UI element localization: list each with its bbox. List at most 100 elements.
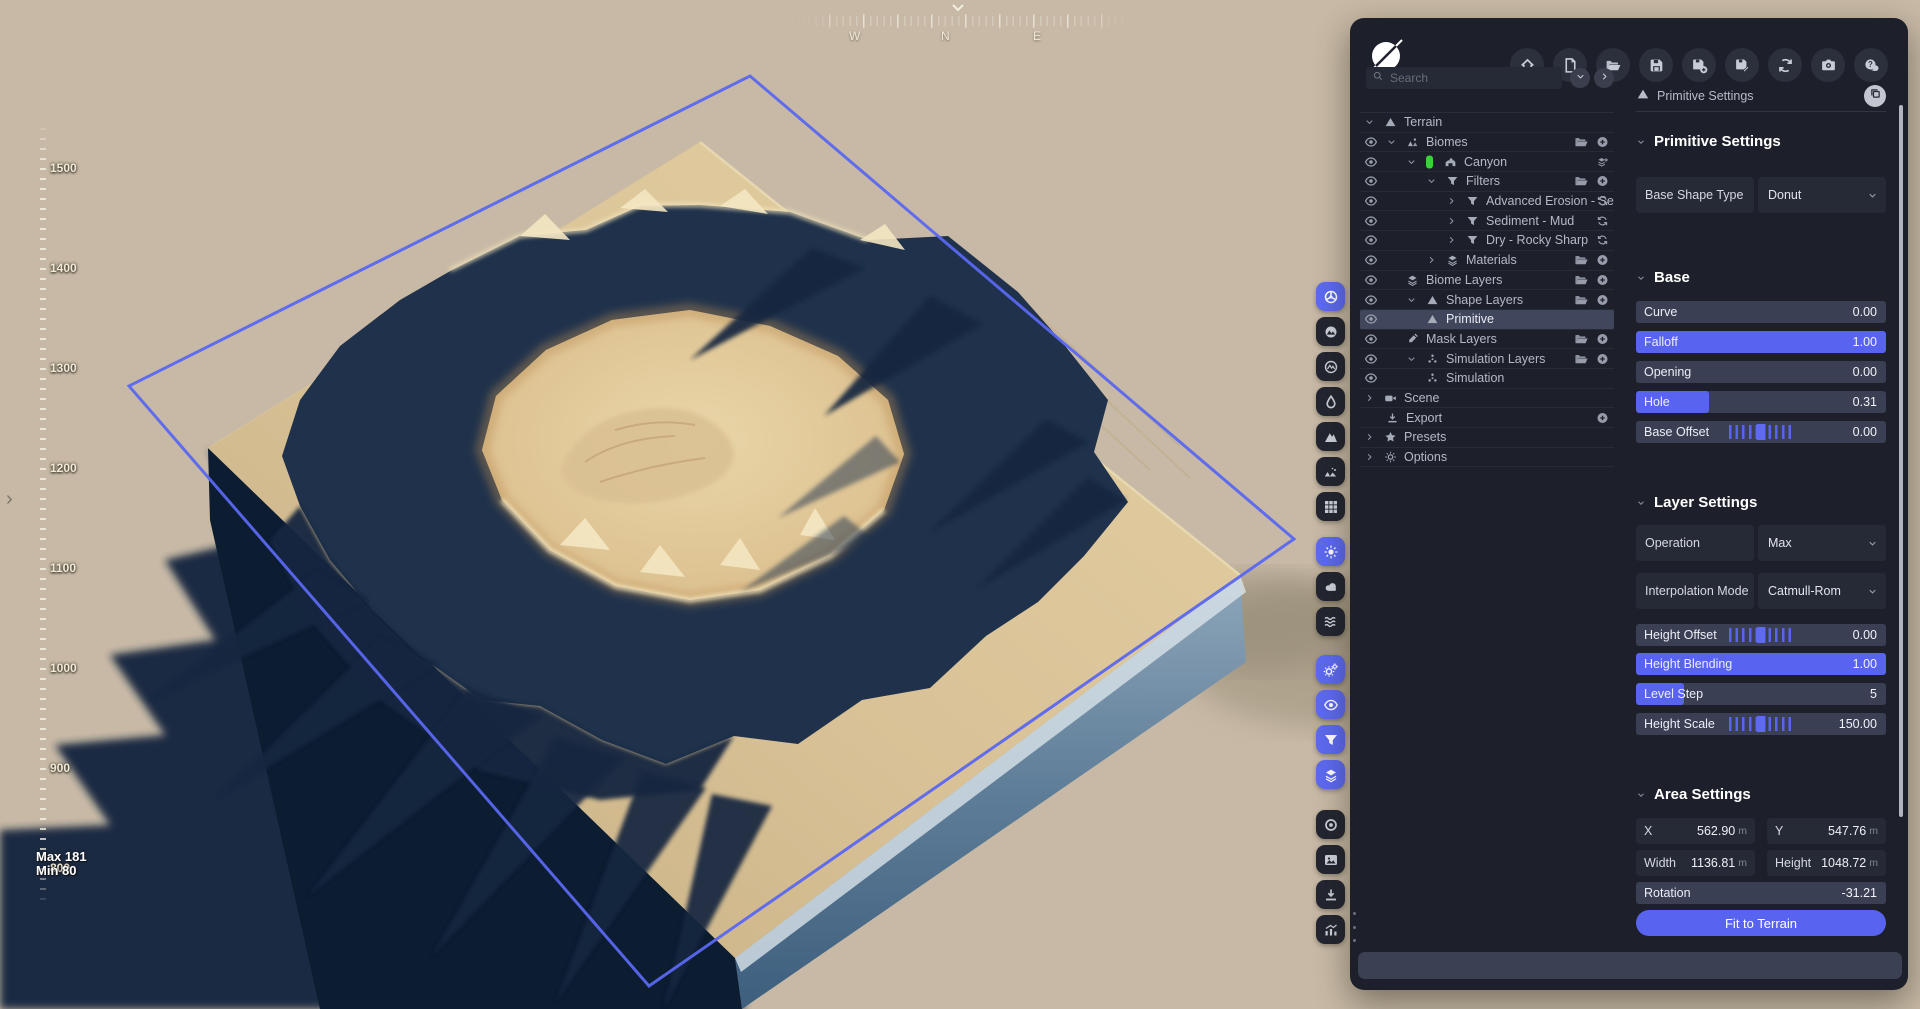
sync-icon[interactable] [1596, 214, 1609, 227]
compass-ribbon[interactable]: W N E [795, 2, 1135, 48]
eye-toggle-button[interactable] [1316, 690, 1345, 719]
stats-toggle-button[interactable] [1316, 915, 1345, 944]
expand-left-panel-button[interactable]: › [6, 488, 13, 511]
slider-thumb[interactable] [1757, 424, 1766, 440]
grid-toggle-button[interactable] [1316, 492, 1345, 521]
tree-row-options[interactable]: Options [1360, 448, 1614, 468]
tree-row-advanced-erosion-se[interactable]: Advanced Erosion - Se [1360, 192, 1614, 212]
folder-open-icon[interactable] [1574, 135, 1589, 150]
folder-open-icon[interactable] [1574, 292, 1589, 307]
slider-rotation[interactable]: Rotation-31.21 [1636, 882, 1886, 904]
chevron-right-icon[interactable] [1446, 215, 1457, 226]
visibility-eye-icon[interactable] [1364, 352, 1378, 366]
folder-open-icon[interactable] [1574, 253, 1589, 268]
tree-row-biome-layers[interactable]: Biome Layers [1360, 271, 1614, 291]
visibility-eye-icon[interactable] [1364, 253, 1378, 267]
visibility-eye-icon[interactable] [1364, 233, 1378, 247]
target-toggle-button[interactable] [1316, 810, 1345, 839]
plus-circle-icon[interactable] [1596, 352, 1609, 365]
status-bar[interactable] [1358, 952, 1902, 979]
chevron-right-icon[interactable] [1364, 392, 1375, 403]
plus-circle-icon[interactable] [1596, 411, 1609, 424]
visibility-eye-icon[interactable] [1364, 312, 1378, 326]
panel-resize-handle[interactable] [1350, 912, 1358, 942]
slider-base-offset[interactable]: Base Offset0.00 [1636, 421, 1886, 443]
dropdown-select[interactable]: Catmull-Rom [1758, 573, 1886, 609]
refresh-button[interactable] [1768, 48, 1802, 82]
orbit-view-toggle-button[interactable] [1316, 282, 1345, 311]
chevron-down-icon[interactable] [1406, 294, 1417, 305]
sun-toggle-button[interactable] [1316, 537, 1345, 566]
tree-row-scene[interactable]: Scene [1360, 389, 1614, 409]
folder-open-icon[interactable] [1574, 272, 1589, 287]
save-new-button[interactable] [1682, 48, 1716, 82]
slider-height-scale[interactable]: Height Scale150.00 [1636, 713, 1886, 735]
water-drop-toggle-button[interactable] [1316, 387, 1345, 416]
tree-row-primitive[interactable]: Primitive [1360, 310, 1614, 330]
globe-wire-toggle-button[interactable] [1316, 352, 1345, 381]
tree-row-dry-rocky-sharp[interactable]: Dry - Rocky Sharp [1360, 231, 1614, 251]
layers-toggle-button[interactable] [1316, 760, 1345, 789]
chevron-down-icon[interactable] [1364, 117, 1375, 128]
tree-row-export[interactable]: Export [1360, 408, 1614, 428]
tree-row-simulation-layers[interactable]: Simulation Layers [1360, 349, 1614, 369]
plus-circle-icon[interactable] [1596, 332, 1609, 345]
visibility-eye-icon[interactable] [1364, 155, 1378, 169]
layers-plus-icon[interactable] [1596, 155, 1609, 168]
tree-row-terrain[interactable]: Terrain [1360, 113, 1614, 133]
chevron-right-icon[interactable] [1446, 235, 1457, 246]
chevron-right-icon[interactable] [1426, 255, 1437, 266]
slider-hole[interactable]: Hole0.31 [1636, 391, 1886, 413]
folder-open-icon[interactable] [1574, 331, 1589, 346]
visibility-eye-icon[interactable] [1364, 135, 1378, 149]
download-toggle-button[interactable] [1316, 880, 1345, 909]
sync-icon[interactable] [1596, 234, 1609, 247]
tree-row-sediment-mud[interactable]: Sediment - Mud [1360, 211, 1614, 231]
gears-toggle-button[interactable] [1316, 655, 1345, 684]
visibility-eye-icon[interactable] [1364, 194, 1378, 208]
mountain-snow-toggle-button[interactable] [1316, 422, 1345, 451]
chevron-right-icon[interactable] [1364, 452, 1375, 463]
section-header-area-settings[interactable]: Area Settings [1636, 786, 1886, 803]
tree-forward-button[interactable] [1594, 68, 1614, 88]
tree-row-mask-layers[interactable]: Mask Layers [1360, 330, 1614, 350]
visibility-eye-icon[interactable] [1364, 273, 1378, 287]
terrain-globe-toggle-button[interactable] [1316, 317, 1345, 346]
plus-circle-icon[interactable] [1596, 293, 1609, 306]
save-edit-button[interactable] [1725, 48, 1759, 82]
slider-falloff[interactable]: Falloff1.00 [1636, 331, 1886, 353]
visibility-eye-icon[interactable] [1364, 371, 1378, 385]
funnel-toggle-button[interactable] [1316, 725, 1345, 754]
dropdown-select[interactable]: Max [1758, 525, 1886, 561]
tree-row-shape-layers[interactable]: Shape Layers [1360, 290, 1614, 310]
dropdown-select[interactable]: Donut [1758, 177, 1886, 213]
visibility-eye-icon[interactable] [1364, 293, 1378, 307]
chevron-down-icon[interactable] [1426, 176, 1437, 187]
clouds-toggle-button[interactable] [1316, 572, 1345, 601]
folder-open-icon[interactable] [1574, 351, 1589, 366]
rocks-toggle-button[interactable] [1316, 457, 1345, 486]
fog-toggle-button[interactable] [1316, 607, 1345, 636]
tree-row-canyon[interactable]: Canyon [1360, 152, 1614, 172]
help-button[interactable]: ? [1854, 48, 1888, 82]
search-input[interactable] [1390, 71, 1540, 85]
tree-collapse-all-button[interactable] [1570, 68, 1590, 88]
section-header-primitive-settings[interactable]: Primitive Settings [1636, 133, 1886, 150]
field-x[interactable]: X562.90m [1636, 818, 1755, 844]
tree-row-filters[interactable]: Filters [1360, 172, 1614, 192]
inspector-scrollbar[interactable] [1899, 105, 1903, 817]
visibility-eye-icon[interactable] [1364, 332, 1378, 346]
chevron-right-icon[interactable] [1446, 196, 1457, 207]
folder-open-icon[interactable] [1574, 174, 1589, 189]
tree-row-materials[interactable]: Materials [1360, 251, 1614, 271]
slider-height-offset[interactable]: Height Offset0.00 [1636, 624, 1886, 646]
tree-row-presets[interactable]: Presets [1360, 428, 1614, 448]
camera-photo-button[interactable] [1811, 48, 1845, 82]
slider-thumb[interactable] [1757, 716, 1766, 732]
plus-circle-icon[interactable] [1596, 175, 1609, 188]
save-button[interactable] [1639, 48, 1673, 82]
visibility-eye-icon[interactable] [1364, 174, 1378, 188]
chevron-down-icon[interactable] [1406, 353, 1417, 364]
plus-circle-icon[interactable] [1596, 273, 1609, 286]
visibility-eye-icon[interactable] [1364, 214, 1378, 228]
